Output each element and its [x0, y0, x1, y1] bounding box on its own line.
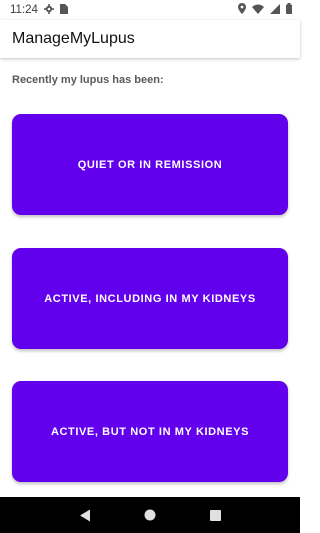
quiet-or-in-remission-button[interactable]: QUIET OR IN REMISSION	[12, 114, 288, 215]
active-including-kidneys-button[interactable]: ACTIVE, INCLUDING IN MY KIDNEYS	[12, 248, 288, 349]
choice-label: ACTIVE, BUT NOT IN MY KIDNEYS	[50, 425, 250, 438]
choice-label: ACTIVE, INCLUDING IN MY KIDNEYS	[44, 292, 256, 305]
choice-label: QUIET OR IN REMISSION	[77, 158, 223, 171]
system-nav-bar	[0, 497, 300, 533]
status-left: 11:24	[10, 3, 68, 17]
back-icon[interactable]	[73, 503, 97, 527]
home-icon[interactable]	[138, 503, 162, 527]
app-bar: ManageMyLupus	[0, 20, 300, 58]
lupus-status-prompt: Recently my lupus has been:	[12, 74, 164, 86]
active-not-kidneys-button[interactable]: ACTIVE, BUT NOT IN MY KIDNEYS	[12, 381, 288, 482]
status-right	[238, 3, 292, 17]
battery-icon	[286, 3, 292, 17]
recents-icon[interactable]	[203, 503, 227, 527]
location-icon	[238, 3, 246, 17]
wifi-icon	[252, 4, 264, 17]
status-bar: 11:24	[0, 0, 300, 20]
sim-card-icon	[59, 3, 68, 17]
status-time: 11:24	[10, 4, 38, 16]
cell-signal-icon	[270, 3, 280, 17]
gear-icon	[43, 3, 54, 17]
app-title: ManageMyLupus	[12, 30, 135, 47]
